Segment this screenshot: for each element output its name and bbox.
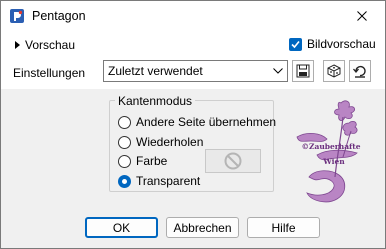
no-color-icon: [224, 152, 242, 170]
save-preset-icon: [296, 64, 310, 78]
expand-arrow-icon: [15, 41, 20, 49]
window-title: Pentagon: [32, 9, 86, 23]
watermark-logo: ©Zauberhafte Wien: [296, 100, 361, 203]
radio-label: Wiederholen: [136, 135, 204, 149]
reset-icon: [353, 65, 366, 78]
preview-expander[interactable]: Vorschau: [15, 38, 75, 52]
radio-repeat[interactable]: Wiederholen: [118, 135, 203, 149]
radio-label: Farbe: [136, 154, 168, 168]
radio-label: Transparent: [136, 174, 201, 188]
close-button[interactable]: [339, 1, 385, 31]
close-icon: [357, 11, 367, 21]
dialog-window: Pentagon Vorschau Bildvorschau Einstellu…: [0, 0, 386, 249]
cancel-button[interactable]: Abbrechen: [166, 217, 239, 238]
reset-button[interactable]: [349, 60, 371, 82]
preset-dropdown[interactable]: Zuletzt verwendet: [103, 60, 288, 82]
ok-button[interactable]: OK: [85, 217, 158, 238]
save-preset-button[interactable]: [292, 60, 314, 82]
radio-unselected-icon: [118, 115, 131, 129]
preview-settings-area: Vorschau Bildvorschau Einstellungen Zule…: [1, 31, 385, 89]
watermark-line1: ©Zauberhafte: [301, 142, 360, 151]
preset-selected-value: Zuletzt verwendet: [108, 64, 203, 78]
watermark-line2: Wien: [322, 157, 345, 166]
radio-unselected-icon: [118, 135, 131, 149]
paintshop-pro-icon: [10, 9, 24, 23]
randomize-icon: [327, 64, 341, 78]
radio-selected-icon: [118, 174, 131, 188]
radio-transparent[interactable]: Transparent: [118, 174, 200, 188]
radio-unselected-icon: [118, 154, 131, 168]
color-swatch-disabled[interactable]: [205, 149, 261, 173]
checkbox-checked-icon: [289, 37, 302, 51]
chevron-down-icon: [269, 61, 287, 81]
preview-label: Vorschau: [25, 38, 76, 52]
radio-wrap-other-side[interactable]: Andere Seite übernehmen: [118, 115, 276, 129]
radio-color[interactable]: Farbe: [118, 154, 167, 168]
settings-label: Einstellungen: [13, 66, 86, 80]
edge-mode-title: Kantenmodus: [115, 94, 196, 108]
help-button[interactable]: Hilfe: [247, 217, 320, 238]
radio-label: Andere Seite übernehmen: [136, 115, 277, 129]
randomize-button[interactable]: [323, 60, 345, 82]
image-preview-checkbox[interactable]: Bildvorschau: [289, 37, 376, 51]
image-preview-label: Bildvorschau: [307, 37, 376, 51]
title-bar[interactable]: Pentagon: [1, 1, 385, 31]
